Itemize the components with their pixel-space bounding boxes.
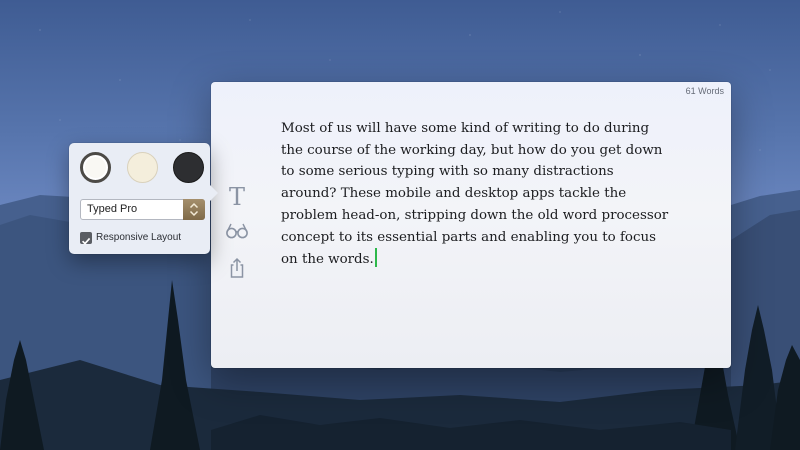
share-icon[interactable] xyxy=(224,256,250,282)
word-count: 61 Words xyxy=(685,86,724,96)
document-text[interactable]: Most of us will have some kind of writin… xyxy=(281,118,673,271)
glasses-icon[interactable] xyxy=(224,220,250,246)
text-caret xyxy=(374,248,377,268)
document-body: Most of us will have some kind of writin… xyxy=(281,121,669,268)
responsive-layout-checkbox[interactable] xyxy=(80,232,92,245)
font-select[interactable]: Typed Pro xyxy=(80,199,205,220)
theme-dark-swatch[interactable] xyxy=(173,152,204,183)
settings-popover: Typed Pro Responsive Layout xyxy=(69,143,218,254)
font-icon[interactable]: T xyxy=(224,184,250,210)
checkmark-icon xyxy=(81,237,91,245)
side-toolbar: T xyxy=(224,184,250,292)
theme-white-swatch[interactable] xyxy=(80,152,111,183)
font-select-value: Typed Pro xyxy=(87,203,138,215)
responsive-layout-label: Responsive Layout xyxy=(96,232,182,243)
theme-cream-swatch[interactable] xyxy=(127,152,158,183)
select-arrows-icon[interactable] xyxy=(183,199,205,220)
popover-arrow xyxy=(209,184,218,202)
editor-window: 61 Words T Most of us will have some kin… xyxy=(211,82,731,368)
